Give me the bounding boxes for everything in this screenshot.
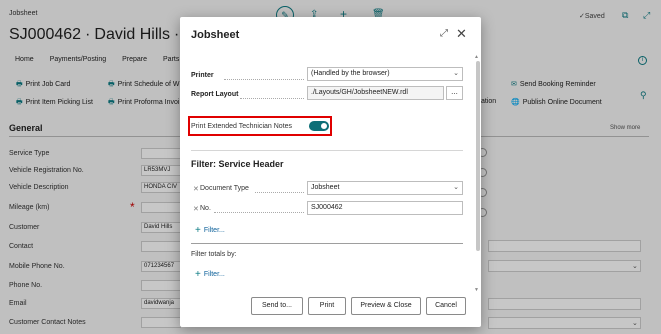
printer-label: Printer [191,72,214,79]
document-type-select[interactable]: Jobsheet ⌄ [307,181,463,195]
document-type-label: Document Type [200,185,249,192]
printer-value: (Handled by the browser) [311,70,390,77]
no-field[interactable]: SJ000462 [307,201,463,215]
send-to-button[interactable]: Send to... [251,297,303,315]
report-layout-lookup-button[interactable]: ... [446,86,463,100]
printer-select[interactable]: (Handled by the browser) ⌄ [307,67,463,81]
cancel-button[interactable]: Cancel [426,297,466,315]
preview-close-button[interactable]: Preview & Close [351,297,421,315]
leader-dots [240,98,304,99]
report-layout-field[interactable]: ./Layouts/GH/JobsheetNEW.rdl [307,86,444,100]
toggle-knob [321,123,327,129]
leader-dots [255,192,304,193]
chevron-down-icon: ⌄ [453,184,459,191]
leader-dots [224,79,304,80]
close-icon[interactable]: ✕ [455,27,468,40]
extended-notes-toggle[interactable] [309,121,329,131]
document-type-value: Jobsheet [311,184,340,191]
leader-dots [214,212,304,213]
filter-header-title: Filter: Service Header [191,159,284,169]
divider [191,243,463,244]
expand-icon[interactable]: ⤢ [438,28,450,40]
chevron-down-icon: ⌄ [453,70,459,77]
plus-icon: + [195,225,201,236]
scroll-down-arrow-icon[interactable]: ▼ [474,287,479,293]
report-layout-label: Report Layout [191,91,239,98]
jobsheet-report-dialog: Jobsheet ⤢ ✕ ▲ ▼ Printer (Handled by the… [180,17,481,327]
no-label: No. [200,205,211,212]
scroll-up-arrow-icon[interactable]: ▲ [474,54,479,60]
dialog-title: Jobsheet [191,29,240,41]
plus-icon: + [195,269,201,280]
print-button[interactable]: Print [308,297,346,315]
divider [191,150,463,151]
add-filter-link[interactable]: + Filter... [195,225,225,236]
remove-filter-icon[interactable]: ✕ [193,185,199,193]
filter-totals-label: Filter totals by: [191,251,237,258]
remove-filter-icon[interactable]: ✕ [193,205,199,213]
add-filter-totals-link[interactable]: + Filter... [195,269,225,280]
scrollbar-thumb[interactable] [476,61,480,251]
